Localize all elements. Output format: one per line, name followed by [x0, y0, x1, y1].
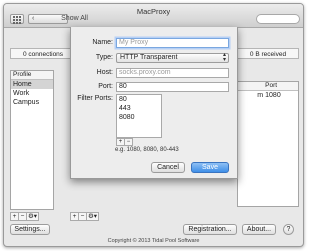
filter-ports-controls: + − — [116, 138, 133, 146]
type-select-value: HTTP Transparent — [120, 54, 178, 61]
profile-list-controls: + − ⚙▾ — [10, 212, 39, 221]
type-label: Type: — [95, 54, 113, 61]
port-field[interactable]: 80 — [116, 82, 229, 92]
filter-ports-hint: e.g. 1080, 8080, 80-443 — [115, 147, 179, 153]
chevron-left-icon: ‹ — [32, 15, 35, 22]
filter-ports-list[interactable]: 80 443 8080 — [116, 94, 162, 138]
proxy-gear-menu-button[interactable]: ⚙▾ — [86, 212, 99, 221]
port-label: Port: — [98, 83, 113, 90]
updown-arrows-icon: ▴ ▾ — [222, 52, 226, 63]
title-bar: MacProxy ‹ Show All — [4, 4, 303, 28]
proxy-table-header: Port — [238, 82, 298, 91]
filter-port-item[interactable]: 80 — [117, 95, 161, 104]
app-window: MacProxy ‹ Show All 0 connections 0 B re… — [3, 3, 304, 247]
table-row[interactable]: m 1080 — [238, 91, 298, 100]
show-all-label: Show All — [61, 15, 88, 22]
remove-port-button[interactable]: − — [124, 138, 133, 146]
filter-ports-label: Filter Ports: — [77, 95, 113, 102]
filter-port-item[interactable]: 443 — [117, 104, 161, 113]
received-status: 0 B received — [237, 48, 299, 59]
name-label: Name: — [92, 39, 113, 46]
about-button[interactable]: About... — [242, 224, 276, 235]
proxy-list-controls: + − ⚙▾ — [70, 212, 99, 221]
type-select[interactable]: HTTP Transparent ▴ ▾ — [116, 52, 229, 63]
proxy-table[interactable]: Port m 1080 — [237, 81, 299, 207]
profile-gear-menu-button[interactable]: ⚙▾ — [26, 212, 39, 221]
connections-status: 0 connections — [10, 48, 76, 59]
settings-button[interactable]: Settings... — [10, 224, 50, 235]
table-cell-port: 1080 — [265, 92, 281, 99]
copyright-text: Copyright © 2013 Tidal Pool Software — [107, 238, 200, 244]
table-cell: m — [257, 92, 264, 99]
profile-item-work[interactable]: Work — [11, 89, 53, 98]
proxy-editor-sheet: Name: My Proxy Type: HTTP Transparent ▴ ▾… — [70, 27, 238, 179]
search-input[interactable] — [256, 14, 300, 24]
host-field[interactable]: socks.proxy.com — [116, 68, 229, 78]
name-field[interactable]: My Proxy — [116, 38, 229, 48]
registration-button[interactable]: Registration... — [183, 224, 237, 235]
column-header — [238, 82, 263, 90]
profile-list[interactable]: Profile Home Work Campus — [10, 70, 54, 210]
grid-view-button[interactable] — [10, 14, 24, 24]
help-button[interactable]: ? — [283, 224, 294, 235]
filter-port-item[interactable]: 8080 — [117, 113, 161, 122]
profile-item-home[interactable]: Home — [11, 80, 53, 89]
port-column-header: Port — [265, 82, 278, 89]
save-button[interactable]: Save — [191, 162, 229, 173]
host-label: Host: — [96, 69, 113, 76]
cancel-button[interactable]: Cancel — [151, 162, 185, 173]
profile-item-campus[interactable]: Campus — [11, 98, 53, 107]
profile-column-header: Profile — [11, 71, 53, 80]
show-all-button[interactable]: ‹ Show All — [28, 14, 88, 24]
